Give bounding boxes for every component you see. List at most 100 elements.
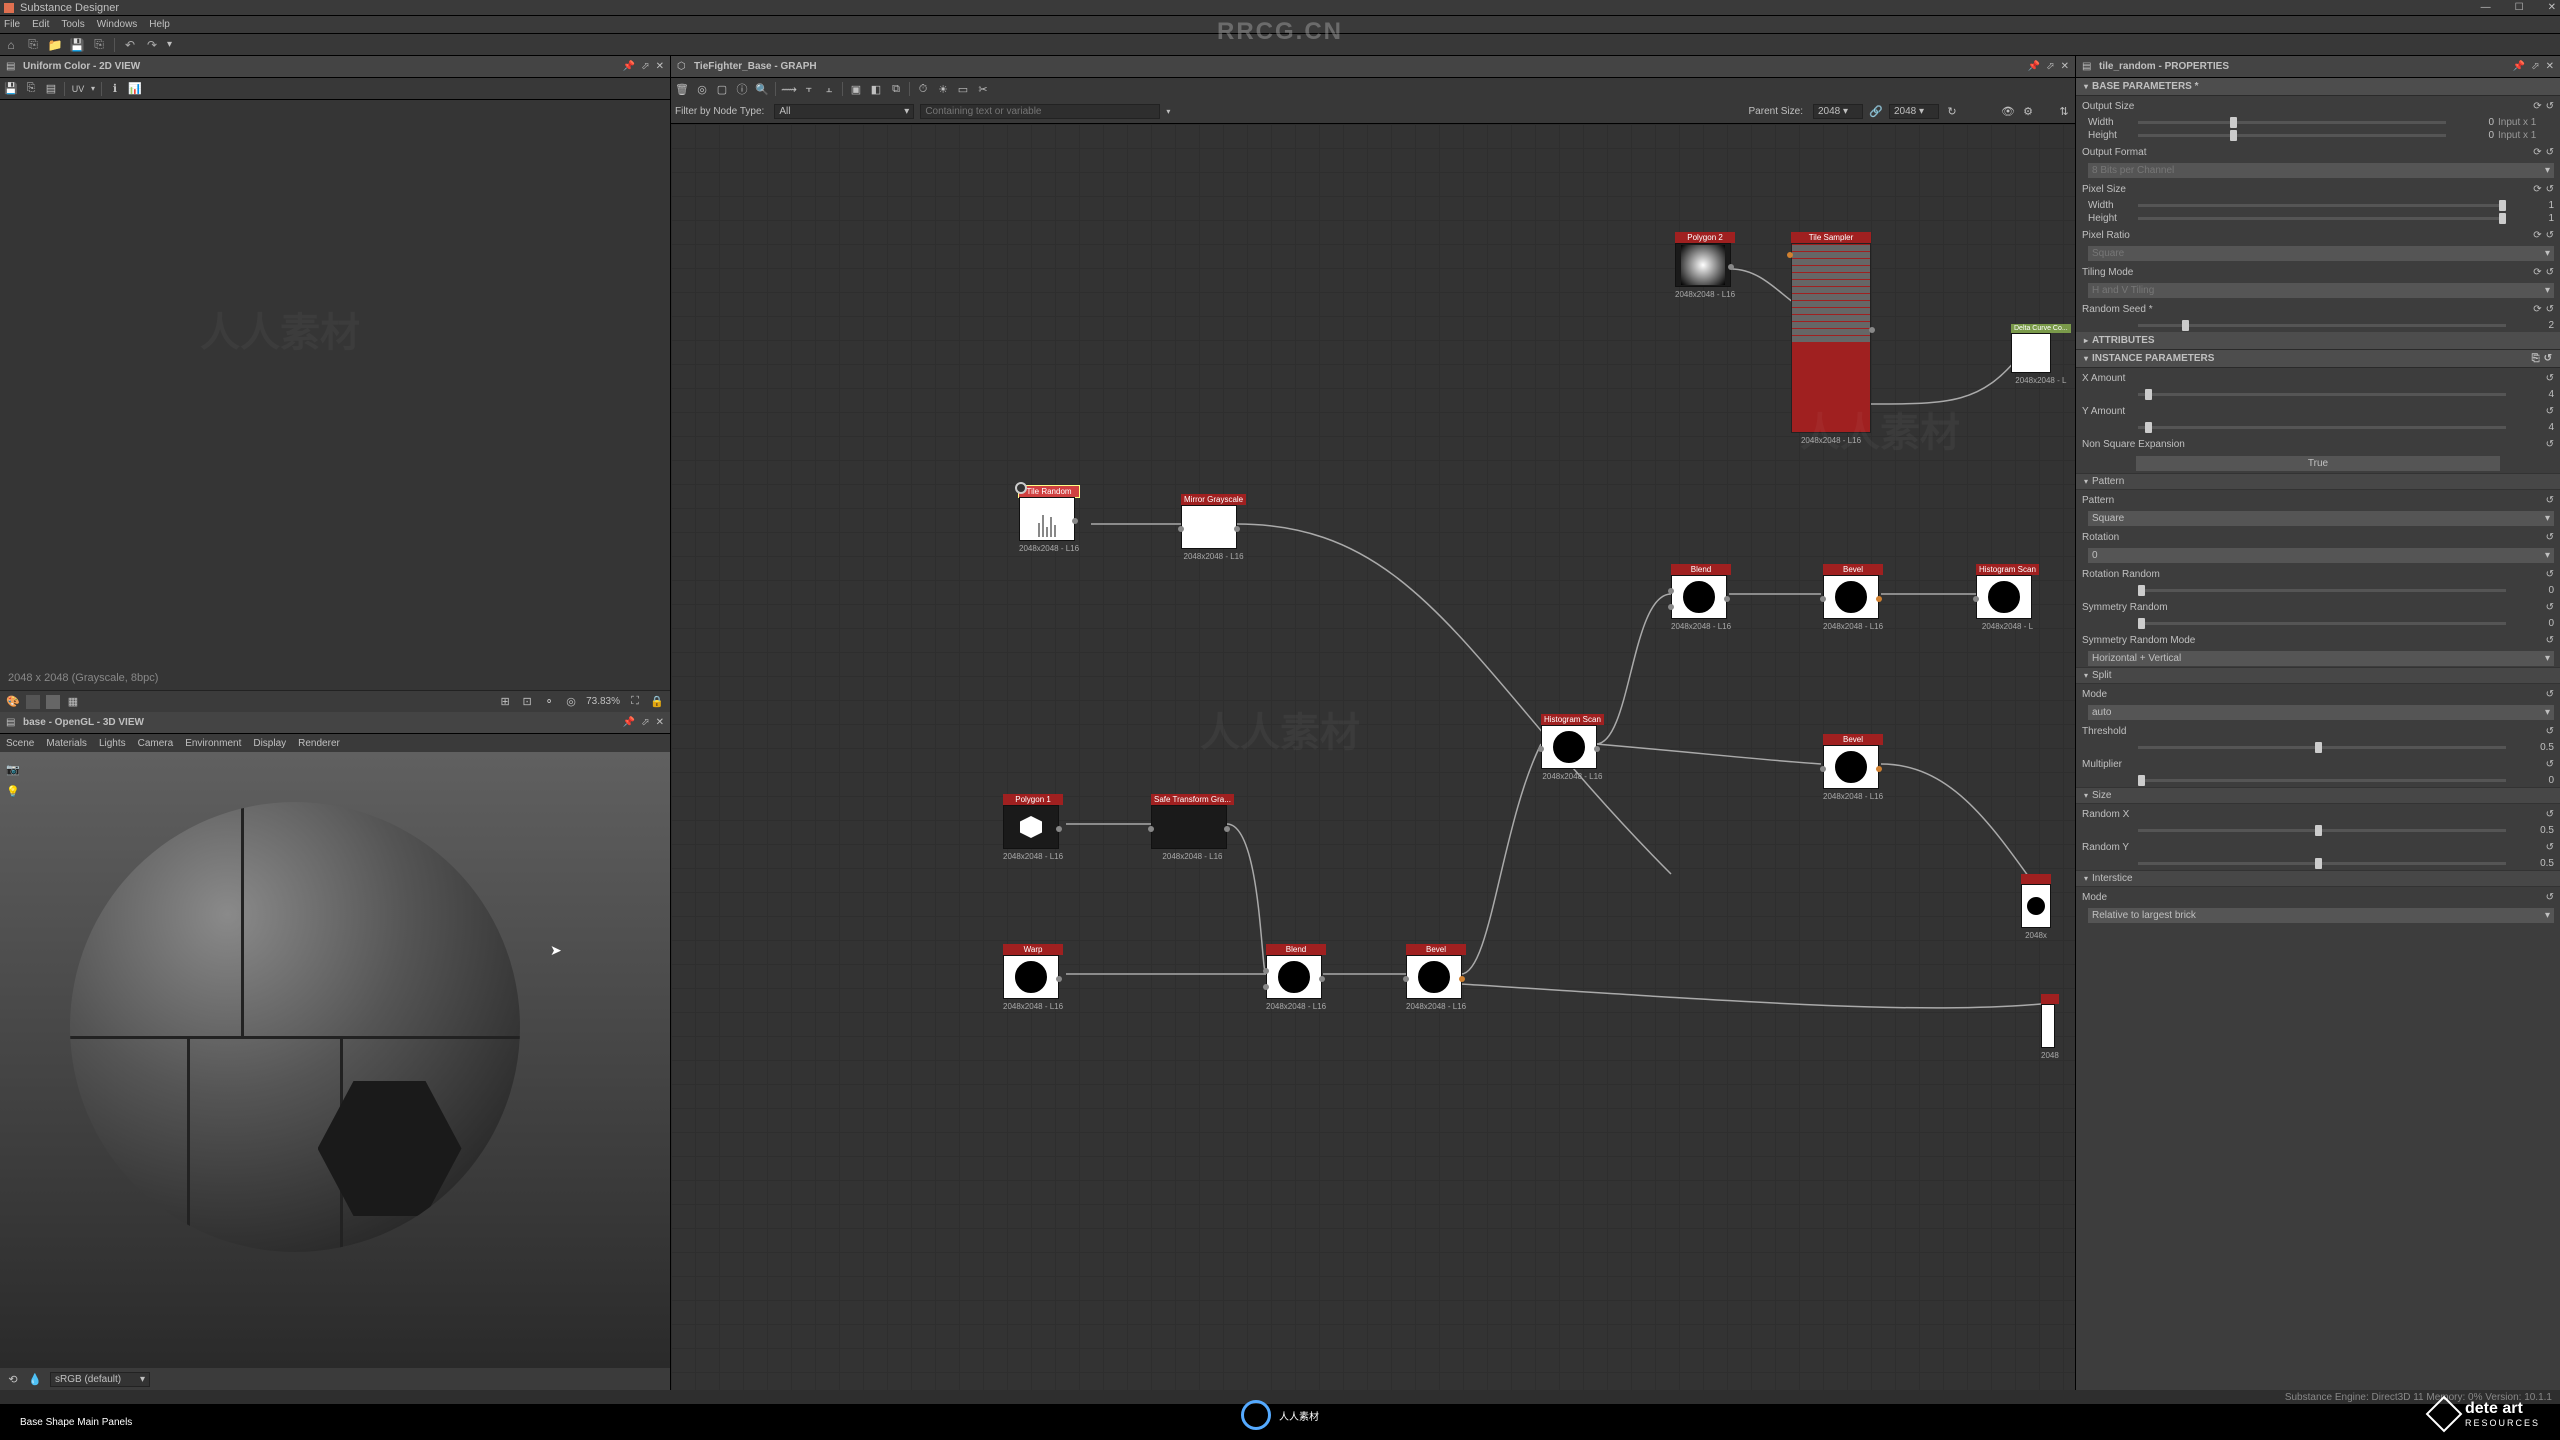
slider-pxheight[interactable]	[2138, 217, 2506, 220]
dropdown-tiling-mode[interactable]: H and V Tiling▾	[2088, 283, 2554, 298]
dropdown-pattern[interactable]: Square▾	[2088, 511, 2554, 526]
reset-icon[interactable]: ↺	[2546, 304, 2554, 315]
light-icon[interactable]: 💡	[6, 784, 20, 798]
save-image-icon[interactable]: 💾	[4, 82, 18, 96]
reset-icon[interactable]: ↺	[2546, 726, 2554, 737]
node-histogram-scan-1[interactable]: Histogram Scan 2048x2048 - L16	[1541, 714, 1604, 781]
pin-icon[interactable]: 📌	[2028, 61, 2040, 72]
paste-icon[interactable]: ▤	[44, 82, 58, 96]
slider-x-amount[interactable]	[2138, 393, 2506, 396]
swatch-2[interactable]	[46, 695, 60, 709]
section-attributes[interactable]: ▸ATTRIBUTES	[2076, 332, 2560, 350]
open-icon[interactable]: 📁	[48, 38, 62, 52]
delete-icon[interactable]: 🗑	[675, 82, 689, 96]
slider-pxwidth[interactable]	[2138, 204, 2506, 207]
align-h-icon[interactable]: ⫟	[802, 82, 816, 96]
target-icon[interactable]: ◎	[695, 82, 709, 96]
node-bevel-3[interactable]: Bevel 2048x2048 - L16	[1823, 734, 1883, 801]
axis-icon[interactable]: ⟲	[6, 1372, 20, 1386]
copy-icon[interactable]: ⎘	[2532, 353, 2540, 364]
filter-search-input[interactable]	[920, 104, 1160, 119]
crop-icon[interactable]: ✂	[976, 82, 990, 96]
link-tool-icon[interactable]: ⟿	[782, 82, 796, 96]
pin-icon[interactable]: 📌	[623, 717, 635, 728]
dropdown-pixel-ratio[interactable]: Square▾	[2088, 246, 2554, 261]
pin-icon[interactable]: 📌	[623, 61, 635, 72]
info-icon[interactable]: ℹ	[108, 82, 122, 96]
slider-random-y[interactable]	[2138, 862, 2506, 865]
reset-icon[interactable]: ↺	[2546, 101, 2554, 112]
close-button[interactable]: ✕	[2548, 2, 2556, 13]
minimize-button[interactable]: —	[2481, 2, 2491, 13]
menu-windows[interactable]: Windows	[97, 19, 138, 30]
save-icon[interactable]: 💾	[70, 38, 84, 52]
link-icon[interactable]: ⚬	[542, 695, 556, 709]
slider-width[interactable]	[2138, 121, 2446, 124]
node-tile-sampler[interactable]: Tile Sampler 2048x2048 - L16	[1791, 232, 1871, 445]
menu-materials[interactable]: Materials	[46, 738, 87, 749]
reset-icon[interactable]: ↺	[2546, 147, 2554, 158]
slider-random-x[interactable]	[2138, 829, 2506, 832]
node-mirror-grayscale[interactable]: Mirror Grayscale 2048x2048 - L16	[1181, 494, 1246, 561]
node-partial-1[interactable]: 2048x	[2021, 874, 2051, 940]
highlight-icon[interactable]: ☀	[936, 82, 950, 96]
reset-icon[interactable]: ↺	[2546, 759, 2554, 770]
checker-icon[interactable]: ▦	[66, 695, 80, 709]
copy-icon[interactable]: ⎘	[24, 82, 38, 96]
timing-icon[interactable]: ⏱	[916, 82, 930, 96]
slider-multiplier[interactable]	[2138, 779, 2506, 782]
menu-environment[interactable]: Environment	[185, 738, 241, 749]
dropper-icon[interactable]: 💧	[28, 1372, 42, 1386]
node-tile-random[interactable]: Tile Random 2048x2048 - L16	[1019, 486, 1079, 553]
search-icon[interactable]: 🔍	[755, 82, 769, 96]
node-blend-1[interactable]: Blend 2048x2048 - L16	[1266, 944, 1326, 1011]
reset-icon[interactable]: ↺	[2546, 602, 2554, 613]
subsection-pattern[interactable]: ▾Pattern	[2076, 473, 2560, 490]
popout-icon[interactable]: ⬀	[2531, 61, 2539, 72]
reset-icon[interactable]: ↺	[2546, 689, 2554, 700]
menu-lights[interactable]: Lights	[99, 738, 126, 749]
properties-body[interactable]: ▾BASE PARAMETERS * Output Size⟳↺ Width0I…	[2076, 78, 2560, 1390]
inherit-icon[interactable]: ⟳	[2533, 101, 2541, 112]
histogram-icon[interactable]: 📊	[128, 82, 142, 96]
parent-width-dropdown[interactable]: 2048 ▾	[1813, 104, 1863, 119]
node-partial-2[interactable]: 2048	[2041, 994, 2059, 1060]
inherit-icon[interactable]: ⟳	[2533, 184, 2541, 195]
node-blend-2[interactable]: Blend 2048x2048 - L16	[1671, 564, 1731, 631]
inherit-icon[interactable]: ⟳	[2533, 230, 2541, 241]
link-icon[interactable]: 🔗	[1869, 105, 1883, 119]
menu-display[interactable]: Display	[253, 738, 286, 749]
node-warp[interactable]: Warp 2048x2048 - L16	[1003, 944, 1063, 1011]
sort-icon[interactable]: ⇅	[2057, 105, 2071, 119]
slider-sym-random[interactable]	[2138, 622, 2506, 625]
view-3d-canvas[interactable]: 📷 💡 ➤	[0, 752, 670, 1368]
node-bevel-2[interactable]: Bevel 2048x2048 - L16	[1823, 564, 1883, 631]
dropdown-interstice-mode[interactable]: Relative to largest brick▾	[2088, 908, 2554, 923]
home-icon[interactable]: ⌂	[4, 38, 18, 52]
toggle-non-square[interactable]: True	[2136, 456, 2500, 471]
reset-icon[interactable]: ↺	[2546, 809, 2554, 820]
slider-threshold[interactable]	[2138, 746, 2506, 749]
popout-icon[interactable]: ⬀	[641, 61, 649, 72]
reset-icon[interactable]: ↺	[2546, 842, 2554, 853]
popout-icon[interactable]: ⬀	[2046, 61, 2054, 72]
dropdown-split-mode[interactable]: auto▾	[2088, 705, 2554, 720]
info-icon[interactable]: ⓘ	[735, 82, 749, 96]
reset-icon[interactable]: ↺	[2544, 353, 2552, 364]
collapse-icon[interactable]: ▣	[849, 82, 863, 96]
inherit-icon[interactable]: ⟳	[2533, 267, 2541, 278]
inherit-icon[interactable]: ⟳	[2533, 304, 2541, 315]
menu-renderer[interactable]: Renderer	[298, 738, 340, 749]
slider-seed[interactable]	[2138, 324, 2506, 327]
save-all-icon[interactable]: ⎘	[92, 38, 106, 52]
reset-icon[interactable]: ↺	[2546, 532, 2554, 543]
new-icon[interactable]: ⎘	[26, 38, 40, 52]
reset-icon[interactable]: ↺	[2546, 373, 2554, 384]
reset-icon[interactable]: ↺	[2546, 495, 2554, 506]
node-polygon-1[interactable]: Polygon 1 2048x2048 - L16	[1003, 794, 1063, 861]
reset-icon[interactable]: ↺	[2546, 439, 2554, 450]
lock-icon[interactable]: 🔒	[650, 695, 664, 709]
settings-icon[interactable]: ⚙	[2021, 105, 2035, 119]
node-polygon-2[interactable]: Polygon 2 2048x2048 - L16	[1675, 232, 1735, 299]
redo-icon[interactable]: ↷	[145, 38, 159, 52]
